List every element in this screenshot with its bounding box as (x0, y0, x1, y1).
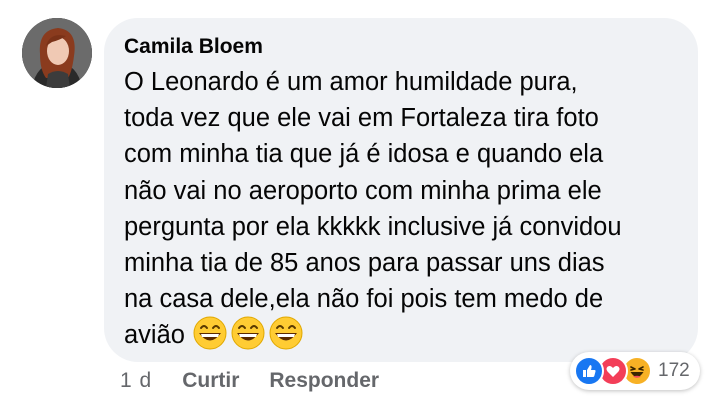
comment-line: minha tia de 85 anos para passar uns dia… (124, 249, 605, 278)
comment-text: O Leonardo é um amor humildade pura, tod… (124, 64, 684, 354)
comment-line: não vai no aeroporto com minha prima ele (124, 176, 602, 205)
like-icon (574, 356, 604, 386)
grinning-face-icon (269, 316, 303, 350)
profile-photo (22, 18, 92, 88)
comment-last-line: avião (124, 316, 684, 353)
grinning-face-icon (193, 316, 227, 350)
emoji-row (193, 316, 303, 350)
comment-actions: 1 d Curtir Responder (120, 368, 409, 394)
like-button[interactable]: Curtir (182, 368, 239, 394)
comment-author[interactable]: Camila Bloem (124, 34, 263, 60)
reply-button[interactable]: Responder (269, 368, 379, 394)
comment-line: avião (124, 321, 185, 350)
comment-line: com minha tia que já é idosa e quando el… (124, 140, 604, 169)
grinning-face-icon (231, 316, 265, 350)
comment-timestamp[interactable]: 1 d (120, 368, 152, 394)
comment-line: O Leonardo é um amor humildade pura, (124, 68, 578, 96)
comment-bubble: Camila Bloem O Leonardo é um amor humild… (104, 18, 698, 362)
comment-line: pergunta por ela kkkkk inclusive já conv… (124, 212, 622, 241)
comment-line: toda vez que ele vai em Fortaleza tira f… (124, 104, 599, 133)
avatar[interactable] (22, 18, 92, 88)
comment-line: na casa dele,ela não foi pois tem medo d… (124, 285, 604, 314)
reaction-count: 172 (658, 360, 690, 381)
reactions-summary[interactable]: 172 (570, 352, 700, 390)
